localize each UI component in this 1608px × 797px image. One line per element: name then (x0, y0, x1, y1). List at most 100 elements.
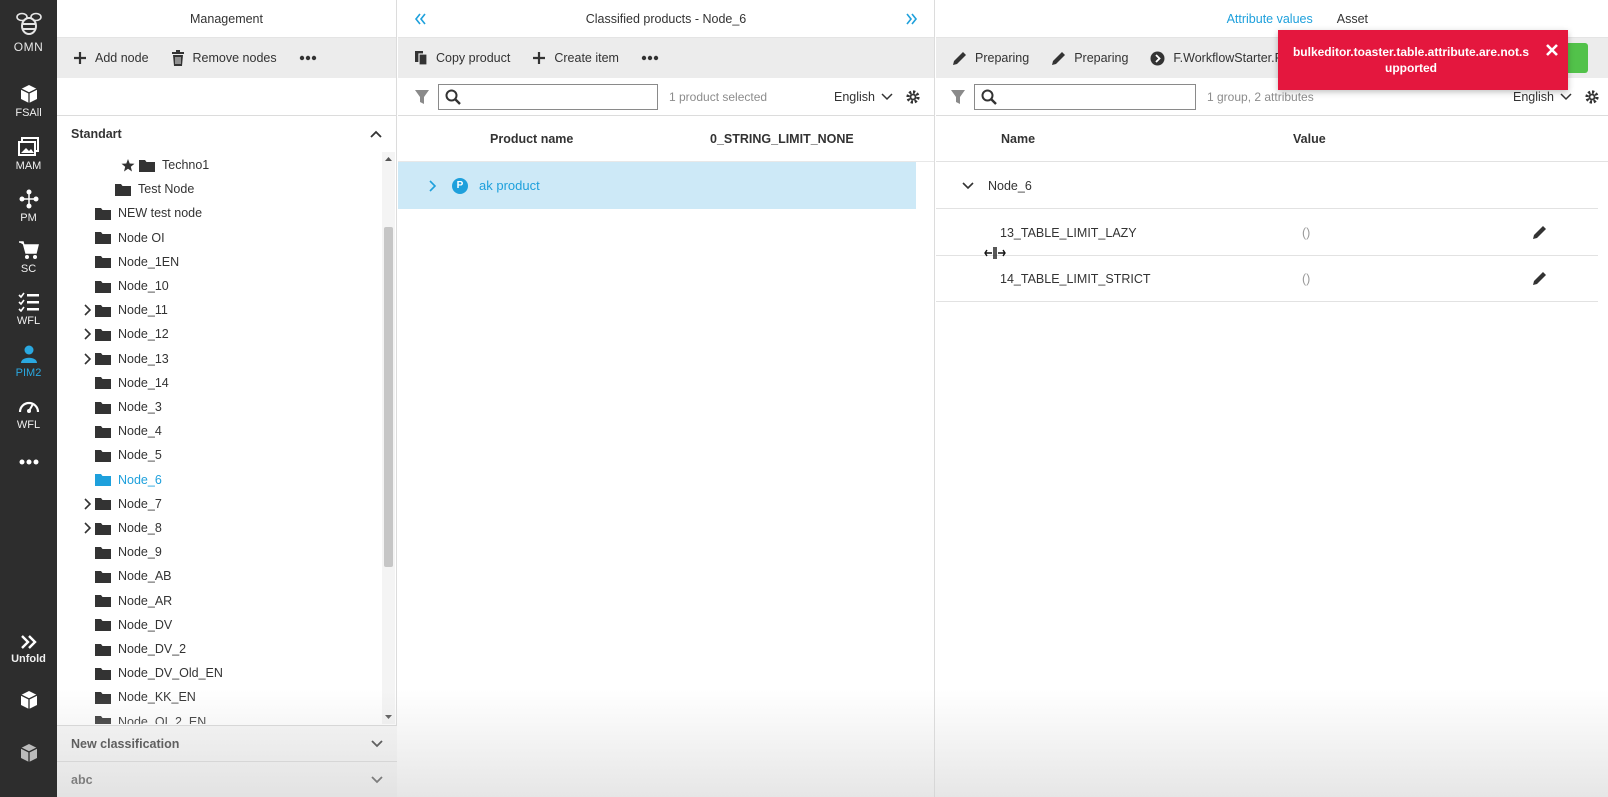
tree-node[interactable]: Node_8 (81, 516, 162, 540)
cube-icon (20, 85, 37, 103)
star-icon[interactable] (121, 158, 135, 172)
tree-node[interactable]: Node_AB (81, 564, 172, 588)
folder-icon (95, 716, 111, 724)
accordion-label: abc (71, 772, 93, 787)
tree-node[interactable]: Node_DV_2 (81, 637, 186, 661)
tree-node[interactable]: Node_3 (81, 395, 162, 419)
tree-node[interactable]: Node_11 (81, 298, 168, 322)
products-more-button[interactable] (641, 55, 667, 61)
tree-node[interactable]: Node_9 (81, 540, 162, 564)
gear-icon[interactable] (905, 89, 921, 105)
tree-node[interactable]: Node_1EN (81, 250, 179, 274)
folder-icon (95, 328, 111, 341)
copy-icon (415, 51, 428, 66)
chevron-right-icon[interactable] (81, 353, 95, 365)
tree-node[interactable]: Node_DV_Old_EN (81, 661, 223, 685)
tree-node[interactable]: Node_14 (81, 371, 169, 395)
tree-node[interactable]: NEW test node (81, 201, 202, 225)
rail-item-pm[interactable]: PM (0, 189, 57, 224)
column-header-product-name[interactable]: Product name (490, 132, 710, 146)
folder-icon (95, 304, 111, 317)
unfold-button[interactable]: Unfold (0, 634, 57, 665)
add-node-button[interactable]: Add node (73, 51, 149, 65)
cube-outline-icon (20, 744, 37, 762)
create-item-button[interactable]: Create item (532, 51, 619, 65)
attribute-row[interactable]: 14_TABLE_LIMIT_STRICT () (936, 256, 1598, 302)
remove-nodes-button[interactable]: Remove nodes (171, 50, 277, 66)
rail-cube-button-2[interactable] (0, 743, 57, 766)
tree-node[interactable]: Node_10 (81, 274, 169, 298)
scrollbar-thumb[interactable] (384, 227, 393, 567)
chevron-right-icon[interactable] (428, 179, 438, 192)
management-more-button[interactable] (299, 55, 325, 61)
rail-item-label: PIM2 (15, 367, 42, 379)
tree-node[interactable]: Node_12 (81, 322, 169, 346)
attribute-group-row[interactable]: Node_6 (936, 163, 1598, 209)
section-standart-header[interactable]: Standart (57, 116, 396, 152)
rail-item-fsall[interactable]: FSAll (0, 84, 57, 119)
error-toast: bulkeditor.toaster.table.attribute.are.n… (1278, 30, 1568, 90)
collapse-right-button[interactable] (906, 0, 918, 38)
preparing-button-2[interactable]: Preparing (1051, 51, 1128, 66)
tree-node[interactable]: Test Node (101, 177, 194, 201)
workflow-starter-button[interactable]: F.WorkflowStarter.Pi (1150, 51, 1286, 66)
chevron-down-icon[interactable] (962, 181, 974, 190)
tree-scrollbar[interactable] (382, 152, 395, 724)
app-logo[interactable]: OMN (0, 12, 57, 54)
tree-node[interactable]: Node_DV (81, 613, 172, 637)
column-header-name[interactable]: Name (1001, 132, 1293, 146)
chevron-right-icon[interactable] (81, 328, 95, 340)
tree-node[interactable]: Techno1 (121, 153, 209, 177)
tree-node[interactable]: Node OI (81, 226, 165, 250)
edit-pencil-icon[interactable] (1532, 225, 1547, 240)
tree-node[interactable]: Node_AR (81, 589, 172, 613)
attribute-value[interactable]: () (1302, 226, 1532, 240)
tab-asset[interactable]: Asset (1337, 12, 1368, 26)
rail-cube-button[interactable] (0, 690, 57, 713)
product-row[interactable]: P ak product (398, 162, 916, 209)
rail-item-sc[interactable]: SC (0, 240, 57, 275)
folder-icon (95, 377, 111, 390)
chevron-right-icon[interactable] (81, 522, 95, 534)
preparing-button-1[interactable]: Preparing (952, 51, 1029, 66)
rail-item-pim2[interactable]: PIM2 (0, 344, 57, 379)
tree-node[interactable]: Node_4 (81, 419, 162, 443)
attribute-language-select[interactable]: English (1513, 90, 1572, 104)
edit-pencil-icon[interactable] (1532, 271, 1547, 286)
product-language-select[interactable]: English (834, 90, 893, 104)
product-search-input[interactable] (438, 83, 658, 110)
attribute-value[interactable]: () (1302, 272, 1532, 286)
close-icon[interactable] (1546, 44, 1558, 56)
gear-icon[interactable] (1584, 89, 1600, 105)
tree-node-label: Node_7 (118, 496, 162, 511)
dashboard-icon (18, 401, 39, 413)
accordion-abc[interactable]: abc (57, 761, 397, 797)
rail-item-mam[interactable]: MAM (0, 137, 57, 172)
play-circle-icon (1150, 51, 1165, 65)
copy-product-button[interactable]: Copy product (414, 50, 510, 66)
product-name[interactable]: ak product (479, 178, 540, 193)
rail-item-wfl[interactable]: WFL (0, 292, 57, 327)
attribute-row[interactable]: 13_TABLE_LIMIT_LAZY () (936, 210, 1598, 256)
tree-node[interactable]: Node_13 (81, 347, 169, 371)
collapse-left-button[interactable] (414, 0, 426, 38)
section-title: Standart (71, 127, 122, 141)
chevron-right-icon[interactable] (81, 498, 95, 510)
filter-icon[interactable] (950, 89, 966, 105)
rail-more-button[interactable] (0, 458, 57, 469)
accordion-new-classification[interactable]: New classification (57, 725, 397, 761)
toast-message: bulkeditor.toaster.table.attribute.are.n… (1292, 45, 1530, 75)
green-action-button-edge[interactable] (1568, 43, 1588, 73)
filter-icon[interactable] (414, 89, 430, 105)
tree-node[interactable]: Node_5 (81, 443, 162, 467)
tree-node[interactable]: Node_KK_EN (81, 685, 196, 709)
column-header-string-limit[interactable]: 0_STRING_LIMIT_NONE (710, 132, 854, 146)
attribute-search-input[interactable] (974, 83, 1196, 110)
tree-node[interactable]: Node_7 (81, 492, 162, 516)
rail-item-wfl-dashboard[interactable]: WFL (0, 396, 57, 431)
column-header-value[interactable]: Value (1293, 132, 1326, 146)
tree-node[interactable]: Node_OI_2_EN (81, 710, 206, 724)
tab-attribute-values[interactable]: Attribute values (1227, 12, 1313, 26)
chevron-right-icon[interactable] (81, 304, 95, 316)
tree-node[interactable]: Node_6 (81, 468, 162, 492)
